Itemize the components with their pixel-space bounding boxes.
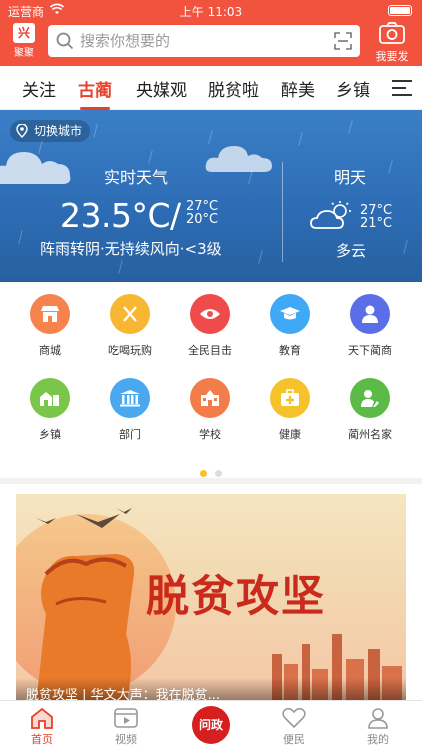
- grid-item-food[interactable]: 吃喝玩购: [88, 294, 172, 358]
- fork-knife-icon: [110, 294, 150, 334]
- tab-gulin[interactable]: 古蔺: [78, 76, 112, 110]
- pager-dot[interactable]: [215, 470, 222, 477]
- current-low: 20°C: [186, 212, 219, 227]
- pager-dot-active[interactable]: [200, 470, 207, 477]
- shortcut-grid: 商城 吃喝玩购 全民目击 教育 天下蔺商 乡镇 部门 学校 健康 蔺州名家: [0, 282, 422, 482]
- nav-home-label: 首页: [31, 733, 53, 746]
- tomorrow-temp-range: 27°C 21°C: [360, 204, 392, 230]
- grid-item-label: 学校: [199, 428, 221, 441]
- location-pin-icon: [16, 124, 28, 138]
- camera-icon: [379, 22, 405, 44]
- scan-icon[interactable]: [334, 32, 352, 50]
- building-icon: [110, 378, 150, 418]
- wenzheng-logo-icon[interactable]: 问政: [192, 706, 230, 744]
- cloud-decoration: [205, 146, 272, 172]
- graduation-cap-icon: [270, 294, 310, 334]
- tomorrow-title: 明天: [334, 168, 367, 187]
- app-logo-label: 聚聚: [14, 48, 34, 59]
- nav-home[interactable]: 首页: [12, 705, 72, 747]
- current-weather-title: 实时天气: [104, 168, 169, 187]
- grid-item-mall[interactable]: 商城: [8, 294, 92, 358]
- nav-mine[interactable]: 我的: [348, 705, 408, 747]
- grid-item-department[interactable]: 部门: [88, 378, 172, 442]
- search-bar[interactable]: [48, 25, 360, 57]
- tab-guanzhu[interactable]: 关注: [22, 76, 56, 101]
- grid-item-merchants[interactable]: 天下蔺商: [328, 294, 412, 358]
- grid-item-label: 天下蔺商: [348, 344, 392, 357]
- grid-item-label: 商城: [39, 344, 61, 357]
- store-icon: [30, 294, 70, 334]
- banner-title: 脱贫攻坚: [146, 572, 326, 622]
- current-weather-desc: 阵雨转阴·无持续风向·<3级: [40, 240, 222, 258]
- nav-video-label: 视频: [115, 733, 137, 746]
- notable-person-icon: [350, 378, 390, 418]
- post-button[interactable]: 我要发: [372, 22, 412, 64]
- tab-xiangzhen[interactable]: 乡镇: [336, 76, 370, 101]
- grid-item-label: 健康: [279, 428, 301, 441]
- video-icon: [114, 708, 138, 728]
- medical-kit-icon: [270, 378, 310, 418]
- clock: 上午 11:03: [179, 5, 243, 19]
- home-icon: [31, 707, 53, 729]
- post-button-label: 我要发: [375, 50, 409, 63]
- nav-mine-label: 我的: [367, 733, 389, 746]
- grid-item-label: 吃喝玩购: [108, 344, 152, 357]
- status-bar: 运营商 上午 11:03: [0, 0, 422, 20]
- grid-item-label: 全民目击: [188, 344, 232, 357]
- nav-services-label: 便民: [283, 733, 305, 746]
- heart-icon: [282, 707, 306, 729]
- grid-item-education[interactable]: 教育: [248, 294, 332, 358]
- nav-services[interactable]: 便民: [264, 705, 324, 747]
- grid-item-township[interactable]: 乡镇: [8, 378, 92, 442]
- grid-item-health[interactable]: 健康: [248, 378, 332, 442]
- tab-yangmeiguan[interactable]: 央媒观: [136, 76, 187, 101]
- battery-icon: [388, 5, 412, 16]
- switch-city-label: 切换城市: [34, 124, 83, 138]
- app-logo-icon: 兴: [13, 23, 35, 43]
- top-bar: 兴 聚聚 我要发: [0, 20, 422, 66]
- current-temp-range: 27°C 20°C: [186, 200, 218, 226]
- tomorrow-weather-desc: 多云: [336, 242, 367, 260]
- tab-tuopinla[interactable]: 脱贫啦: [208, 76, 259, 101]
- news-banner[interactable]: 脱贫攻坚 脱贫攻坚 | 华文大声：我在脱贫...: [16, 494, 406, 704]
- weather-divider: [282, 162, 283, 262]
- section-separator: [0, 478, 422, 484]
- partly-cloudy-icon: [310, 201, 351, 229]
- eye-icon: [190, 294, 230, 334]
- school-icon: [190, 378, 230, 418]
- grid-item-celebrities[interactable]: 蔺州名家: [328, 378, 412, 442]
- weather-panel[interactable]: 切换城市 实时天气 23.5°C/ 27°C 20°C 阵雨转阴·无持续风向·<…: [0, 110, 422, 282]
- grid-item-label: 教育: [279, 344, 301, 357]
- tomorrow-low: 21°C: [360, 216, 393, 231]
- grid-item-label: 乡镇: [39, 428, 61, 441]
- current-temperature: 23.5°C/: [60, 196, 181, 235]
- grid-item-label: 部门: [119, 428, 141, 441]
- search-icon: [56, 32, 74, 50]
- channel-tabs: 关注 古蔺 央媒观 脱贫啦 醉美 乡镇: [0, 66, 422, 110]
- grid-item-label: 蔺州名家: [348, 428, 392, 441]
- user-icon: [368, 708, 388, 729]
- grid-item-witness[interactable]: 全民目击: [168, 294, 252, 358]
- tab-zuimei[interactable]: 醉美: [281, 76, 315, 101]
- search-input[interactable]: [80, 29, 340, 53]
- channel-menu-icon[interactable]: [392, 80, 412, 101]
- village-icon: [30, 378, 70, 418]
- switch-city-button[interactable]: 切换城市: [10, 120, 91, 142]
- app-logo[interactable]: 兴 聚聚: [10, 23, 38, 59]
- person-icon: [350, 294, 390, 334]
- grid-item-school[interactable]: 学校: [168, 378, 252, 442]
- nav-video[interactable]: 视频: [96, 705, 156, 747]
- cloud-decoration: [0, 152, 71, 184]
